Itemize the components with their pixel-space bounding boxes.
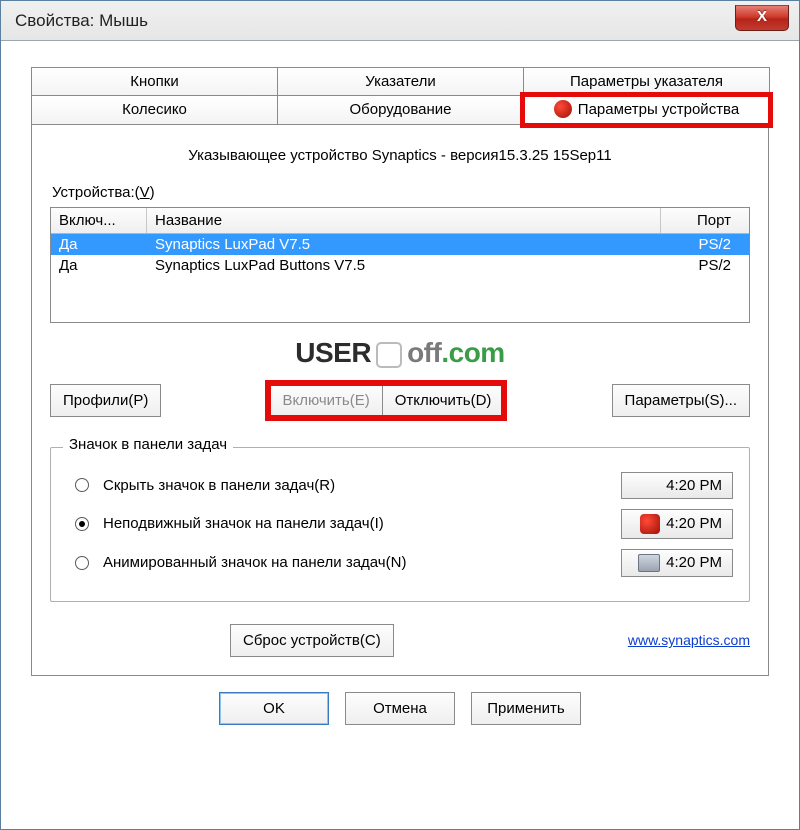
synaptics-icon <box>554 100 572 118</box>
tray-time: 4:20 PM <box>666 477 722 494</box>
device-settings-panel: Указывающее устройство Synaptics - верси… <box>31 125 769 676</box>
table-row[interactable]: Да Synaptics LuxPad Buttons V7.5 PS/2 <box>51 255 749 276</box>
profiles-button[interactable]: Профили(P) <box>50 384 161 417</box>
cell-port: PS/2 <box>661 255 749 276</box>
tab-hardware[interactable]: Оборудование <box>277 95 524 125</box>
tray-option-hide-row: Скрыть значок в панели задач(R) 4:20 PM <box>67 472 733 499</box>
driver-version-label: Указывающее устройство Synaptics - верси… <box>50 147 750 164</box>
radio-hide-label[interactable]: Скрыть значок в панели задач(R) <box>103 477 621 494</box>
device-buttons-row: Профили(P) Включить(E) Отключить(D) Пара… <box>50 384 750 417</box>
cell-enabled: Да <box>51 255 147 276</box>
radio-static-icon[interactable] <box>75 517 89 531</box>
tray-preview-static: 4:20 PM <box>621 509 733 539</box>
reset-devices-button[interactable]: Сброс устройств(C) <box>230 624 394 657</box>
tab-pointer-options[interactable]: Параметры указателя <box>523 67 770 96</box>
table-body: Да Synaptics LuxPad V7.5 PS/2 Да Synapti… <box>51 234 749 322</box>
tray-time: 4:20 PM <box>666 515 722 532</box>
tray-icon-group: Значок в панели задач Скрыть значок в па… <box>50 447 750 602</box>
tab-buttons[interactable]: Кнопки <box>31 67 278 96</box>
tray-preview-none: 4:20 PM <box>621 472 733 499</box>
reset-row: Сброс устройств(C) www.synaptics.com <box>50 624 750 657</box>
cell-name: Synaptics LuxPad Buttons V7.5 <box>147 255 661 276</box>
col-header-name[interactable]: Название <box>147 208 661 233</box>
watermark-com: .com <box>441 337 504 368</box>
table-header-row: Включ... Название Порт <box>51 208 749 234</box>
table-row-empty <box>51 276 749 322</box>
cancel-button[interactable]: Отмена <box>345 692 455 725</box>
close-icon: X <box>757 8 767 25</box>
devices-label: Устройства:(V) <box>52 184 750 201</box>
disable-button[interactable]: Отключить(D) <box>382 384 505 417</box>
col-header-port[interactable]: Порт <box>661 208 749 233</box>
parameters-button[interactable]: Параметры(S)... <box>612 384 750 417</box>
tab-strip: Кнопки Указатели Параметры указателя Кол… <box>31 67 769 125</box>
radio-animated-icon[interactable] <box>75 556 89 570</box>
cell-name: Synaptics LuxPad V7.5 <box>147 234 661 255</box>
tray-icon-legend: Значок в панели задач <box>63 436 233 453</box>
cell-enabled: Да <box>51 234 147 255</box>
tray-time: 4:20 PM <box>666 554 722 571</box>
close-button[interactable]: X <box>735 5 789 31</box>
tray-static-icon <box>640 514 660 534</box>
tray-option-animated-row: Анимированный значок на панели задач(N) … <box>67 549 733 577</box>
tab-pointers[interactable]: Указатели <box>277 67 524 96</box>
devices-table: Включ... Название Порт Да Synaptics LuxP… <box>50 207 750 323</box>
tray-option-static-row: Неподвижный значок на панели задач(I) 4:… <box>67 509 733 539</box>
tab-device-settings[interactable]: Параметры устройства <box>523 95 770 125</box>
radio-hide-icon[interactable] <box>75 478 89 492</box>
enable-disable-group: Включить(E) Отключить(D) <box>269 384 503 417</box>
radio-animated-label[interactable]: Анимированный значок на панели задач(N) <box>103 554 621 571</box>
tray-preview-animated: 4:20 PM <box>621 549 733 577</box>
apply-button[interactable]: Применить <box>471 692 581 725</box>
content-area: Кнопки Указатели Параметры указателя Кол… <box>1 41 799 743</box>
enable-button[interactable]: Включить(E) <box>269 384 382 417</box>
table-row[interactable]: Да Synaptics LuxPad V7.5 PS/2 <box>51 234 749 255</box>
tab-row-1: Кнопки Указатели Параметры указателя <box>31 67 769 96</box>
ok-button[interactable]: OK <box>219 692 329 725</box>
window-title: Свойства: Мышь <box>15 11 148 31</box>
watermark: USER off.com <box>50 337 750 370</box>
cell-port: PS/2 <box>661 234 749 255</box>
tab-row-2: Колесико Оборудование Параметры устройст… <box>31 95 769 125</box>
radio-static-label[interactable]: Неподвижный значок на панели задач(I) <box>103 515 621 532</box>
dialog-buttons: OK Отмена Применить <box>31 676 769 729</box>
robot-icon <box>372 340 406 370</box>
synaptics-link[interactable]: www.synaptics.com <box>628 632 750 648</box>
mouse-properties-window: Свойства: Мышь X Кнопки Указатели Параме… <box>0 0 800 830</box>
tab-wheel[interactable]: Колесико <box>31 95 278 125</box>
watermark-off: off <box>407 337 441 368</box>
titlebar: Свойства: Мышь X <box>1 1 799 41</box>
col-header-enabled[interactable]: Включ... <box>51 208 147 233</box>
watermark-user: USER <box>295 337 371 368</box>
tray-animated-icon <box>638 554 660 572</box>
